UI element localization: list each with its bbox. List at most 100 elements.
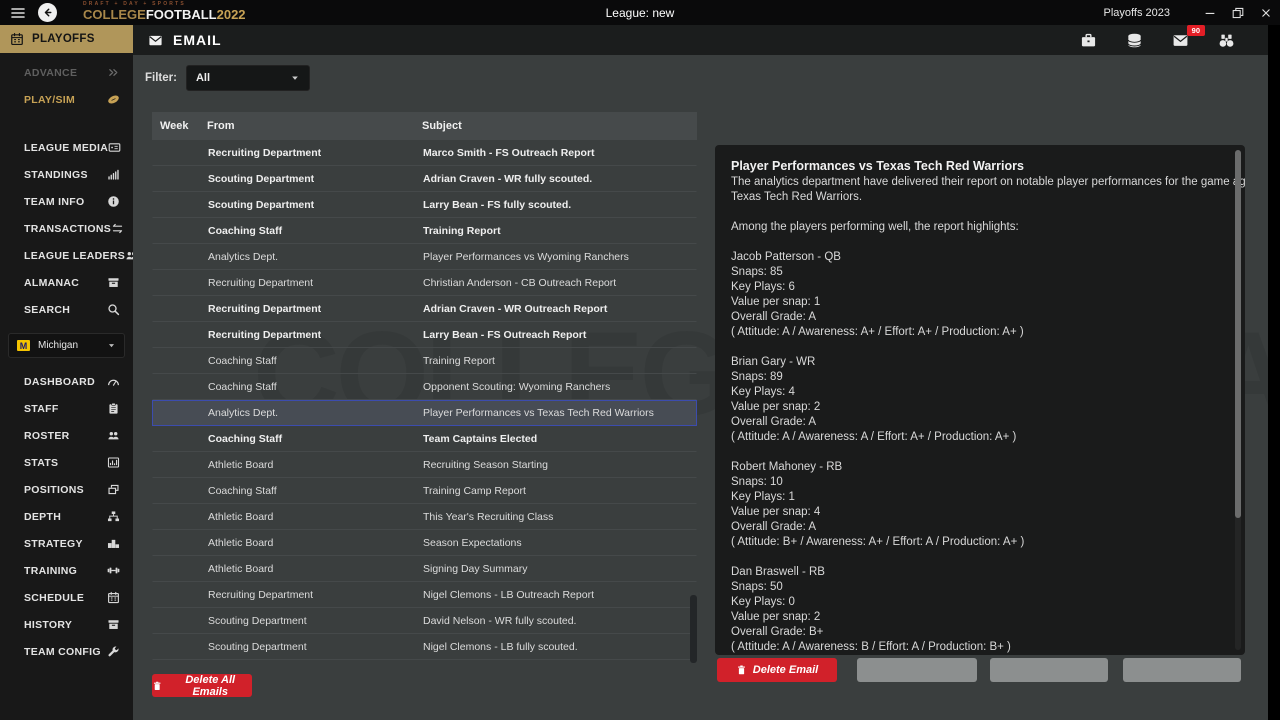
- email-row[interactable]: Athletic Board This Year's Recruiting Cl…: [152, 504, 697, 530]
- email-body-line: ( Attitude: A / Awareness: B / Effort: A…: [731, 640, 1221, 655]
- team-selector[interactable]: M Michigan: [8, 333, 125, 358]
- email-row[interactable]: Recruiting Department Marco Smith - FS O…: [152, 140, 697, 166]
- email-body-line: Overall Grade: B+: [731, 625, 1221, 640]
- delete-email-button[interactable]: Delete Email: [717, 658, 837, 682]
- email-body-line: Value per snap: 2: [731, 610, 1221, 625]
- email-row[interactable]: Athletic Board Season Expectations: [152, 530, 697, 556]
- email-row[interactable]: Analytics Dept. Player Performances vs W…: [152, 244, 697, 270]
- sidebar-item-team-config[interactable]: TEAM CONFIG: [0, 638, 133, 665]
- email-body-line: Value per snap: 4: [731, 505, 1221, 520]
- email-header-bar: EMAIL 90: [133, 25, 1268, 55]
- sidebar-item-league-leaders[interactable]: LEAGUE LEADERS: [0, 242, 133, 269]
- wrench-icon: [107, 645, 120, 658]
- sidebar-item-roster[interactable]: ROSTER: [0, 422, 133, 449]
- archive-icon: [107, 618, 120, 631]
- sidebar-item-team-info[interactable]: TEAM INFO: [0, 188, 133, 215]
- detail-scrollbar-track[interactable]: [1235, 150, 1241, 650]
- football-icon: [107, 93, 120, 106]
- caret-down-icon: [107, 341, 116, 350]
- sidebar-item-history[interactable]: HISTORY: [0, 611, 133, 638]
- email-body-line: ( Attitude: A / Awareness: A+ / Effort: …: [731, 325, 1221, 340]
- email-row[interactable]: Athletic Board Signing Day Summary: [152, 556, 697, 582]
- calendar-icon: [107, 591, 120, 604]
- email-body-line: Key Plays: 4: [731, 385, 1221, 400]
- blank-action-button-2[interactable]: [990, 658, 1108, 682]
- email-detail-panel: Player Performances vs Texas Tech Red Wa…: [715, 145, 1245, 655]
- email-row[interactable]: Coaching Staff Training Report: [152, 218, 697, 244]
- binoculars-icon[interactable]: [1217, 32, 1236, 49]
- archive-icon: [107, 276, 120, 289]
- email-row[interactable]: Recruiting Department Larry Bean - FS Ou…: [152, 322, 697, 348]
- briefcase-icon[interactable]: [1079, 32, 1098, 49]
- email-body-line: [731, 550, 1221, 565]
- caret-down-icon: [290, 73, 300, 83]
- email-row[interactable]: Scouting Department Nigel Clemons - LB f…: [152, 634, 697, 660]
- email-body-line: Overall Grade: A: [731, 415, 1221, 430]
- sidebar-item-league-media[interactable]: LEAGUE MEDIA: [0, 134, 133, 161]
- email-row[interactable]: Recruiting Department Adrian Craven - WR…: [152, 296, 697, 322]
- clipboard-icon: [107, 402, 120, 415]
- email-body-line: [731, 340, 1221, 355]
- sidebar-item-depth[interactable]: DEPTH: [0, 503, 133, 530]
- email-row[interactable]: Coaching Staff Training Camp Report: [152, 478, 697, 504]
- email-body-line: Key Plays: 6: [731, 280, 1221, 295]
- email-row[interactable]: Coaching Staff Opponent Scouting: Wyomin…: [152, 374, 697, 400]
- blank-action-button-3[interactable]: [1123, 658, 1241, 682]
- sidebar-item-play-sim[interactable]: PLAY/SIM: [0, 86, 133, 113]
- media-icon: [108, 141, 121, 154]
- detail-scrollbar-thumb[interactable]: [1235, 150, 1241, 518]
- minimize-button[interactable]: [1196, 0, 1224, 25]
- sidebar-item-training[interactable]: TRAINING: [0, 557, 133, 584]
- filter-dropdown[interactable]: All: [186, 65, 310, 91]
- sidebar-item-almanac[interactable]: ALMANAC: [0, 269, 133, 296]
- restore-button[interactable]: [1224, 0, 1252, 25]
- team-selector-value: Michigan: [38, 340, 99, 351]
- unread-count-badge: 90: [1187, 25, 1205, 37]
- email-body-line: Snaps: 50: [731, 580, 1221, 595]
- sidebar-item-search[interactable]: SEARCH: [0, 296, 133, 323]
- calendar-icon: [10, 32, 24, 46]
- sidebar-item-staff[interactable]: STAFF: [0, 395, 133, 422]
- email-body-line: The analytics department have delivered …: [731, 175, 1221, 190]
- filter-value: All: [196, 72, 290, 84]
- dumbbell-icon: [107, 564, 120, 577]
- sidebar-item-dashboard[interactable]: DASHBOARD: [0, 368, 133, 395]
- sidebar: PLAYOFFS ADVANCE PLAY/SIM LEAGUE MEDIA S…: [0, 25, 133, 720]
- email-row[interactable]: Coaching Staff Training Report: [152, 348, 697, 374]
- email-content: COLLEGEFOOTBALL Filter: All Week From Su…: [133, 55, 1268, 720]
- sidebar-item-strategy[interactable]: STRATEGY: [0, 530, 133, 557]
- blank-action-button-1[interactable]: [857, 658, 977, 682]
- email-body-line: ( Attitude: A / Awareness: A / Effort: A…: [731, 430, 1221, 445]
- email-row[interactable]: Coaching Staff Team Captains Elected: [152, 426, 697, 452]
- email-row[interactable]: Analytics Dept. Player Performances vs T…: [152, 400, 697, 426]
- sidebar-item-positions[interactable]: POSITIONS: [0, 476, 133, 503]
- delete-all-emails-button[interactable]: Delete All Emails: [152, 674, 252, 697]
- bars-icon: [107, 168, 120, 181]
- windows-icon: [107, 483, 120, 496]
- sidebar-item-transactions[interactable]: TRANSACTIONS: [0, 215, 133, 242]
- dashboard-icon: [107, 375, 120, 388]
- email-row[interactable]: Recruiting Department Christian Anderson…: [152, 270, 697, 296]
- email-row[interactable]: Scouting Department David Nelson - WR fu…: [152, 608, 697, 634]
- sidebar-item-schedule[interactable]: SCHEDULE: [0, 584, 133, 611]
- email-body-line: Value per snap: 1: [731, 295, 1221, 310]
- email-body-line: ( Attitude: B+ / Awareness: A+ / Effort:…: [731, 535, 1221, 550]
- sidebar-item-stats[interactable]: STATS: [0, 449, 133, 476]
- filter-label: Filter:: [145, 72, 177, 84]
- email-row[interactable]: Recruiting Department Nigel Clemons - LB…: [152, 582, 697, 608]
- email-list-scrollbar[interactable]: [690, 595, 697, 663]
- email-row[interactable]: Scouting Department Larry Bean - FS full…: [152, 192, 697, 218]
- email-row[interactable]: Athletic Board Recruiting Season Startin…: [152, 452, 697, 478]
- email-row[interactable]: Scouting Department Adrian Craven - WR f…: [152, 166, 697, 192]
- sidebar-item-advance[interactable]: ADVANCE: [0, 59, 133, 86]
- database-icon[interactable]: [1125, 32, 1144, 49]
- sidebar-item-standings[interactable]: STANDINGS: [0, 161, 133, 188]
- inbox-envelope-icon[interactable]: 90: [1171, 32, 1190, 49]
- page-title: EMAIL: [173, 32, 222, 48]
- email-body-line: [731, 235, 1221, 250]
- strategy-icon: [107, 537, 120, 550]
- sidebar-header-playoffs[interactable]: PLAYOFFS: [0, 25, 133, 53]
- close-button[interactable]: [1252, 0, 1280, 25]
- email-body-line: Dan Braswell - RB: [731, 565, 1221, 580]
- email-body-line: Overall Grade: A: [731, 310, 1221, 325]
